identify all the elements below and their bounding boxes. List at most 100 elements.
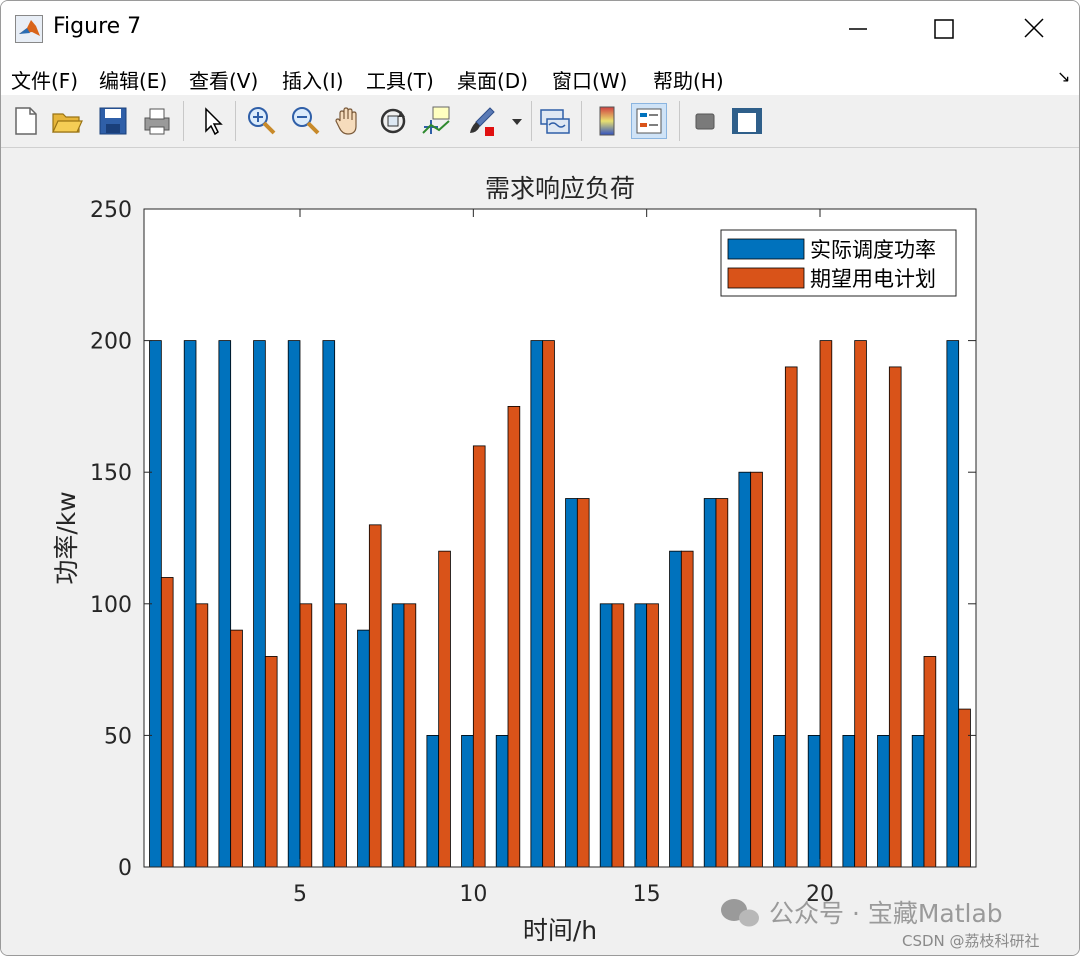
save-icon[interactable] xyxy=(95,103,131,139)
bar-series1-h17[interactable] xyxy=(703,498,717,868)
link-plot-icon[interactable] xyxy=(537,103,573,139)
figure-canvas: 0 50 100 150 200 250 5 10 15 20 需求响应负荷 时间/h 功率/kw 实… xyxy=(1,148,1079,955)
bar-chart[interactable]: 0501001502002505 10 15 20 需求响应负荷时间/h功率/kw 实… xyxy=(1,148,1079,955)
bar-series2-h21[interactable] xyxy=(854,340,867,868)
bar-series1-h23[interactable] xyxy=(911,735,925,868)
bar-series1-h18[interactable] xyxy=(738,471,752,868)
legend-swatch xyxy=(727,267,805,289)
close-button[interactable] xyxy=(1011,9,1057,49)
bar-series1-h9[interactable] xyxy=(426,735,440,868)
bar-series2-h18[interactable] xyxy=(750,471,763,868)
menu-insert[interactable]: 插入(I) xyxy=(282,65,344,94)
menu-tools[interactable]: 工具(T) xyxy=(366,65,434,94)
bar-series1-h20[interactable] xyxy=(807,735,821,868)
show-plot-tools-icon[interactable] xyxy=(729,103,765,139)
bar-series1-h7[interactable] xyxy=(357,629,370,868)
figure-window: Figure 7 文件(F) 编辑(E) 查看(V) 插入(I) 工具(T) 桌… xyxy=(0,0,1080,956)
rotate-3d-icon[interactable] xyxy=(375,103,411,139)
bar-series1-h19[interactable] xyxy=(773,735,786,868)
bar-series2-h6[interactable] xyxy=(334,603,347,868)
bar-series2-h12[interactable] xyxy=(542,340,555,868)
zoom-out-icon[interactable] xyxy=(287,103,323,139)
bar-series1-h24[interactable] xyxy=(946,340,960,868)
bar-series1-h8[interactable] xyxy=(391,603,405,868)
brush-dropdown-icon[interactable] xyxy=(507,103,527,139)
matlab-logo-icon xyxy=(15,15,43,43)
bar-series2-h13[interactable] xyxy=(576,498,590,868)
x-tick-label: 10 xyxy=(459,882,487,907)
menu-bar: 文件(F) 编辑(E) 查看(V) 插入(I) 工具(T) 桌面(D) 窗口(W… xyxy=(1,59,1079,95)
bar-series2-h10[interactable] xyxy=(472,445,486,868)
bar-series1-h4[interactable] xyxy=(253,340,266,868)
menu-edit[interactable]: 编辑(E) xyxy=(99,65,167,94)
data-cursor-icon[interactable] xyxy=(419,103,455,139)
dock-arrow-icon[interactable]: ↘ xyxy=(1057,67,1070,86)
bar-series2-h5[interactable] xyxy=(299,603,313,868)
watermark-subtext: CSDN @荔枝科研社 xyxy=(902,932,1040,950)
hide-plot-tools-icon[interactable] xyxy=(687,103,723,139)
menu-help[interactable]: 帮助(H) xyxy=(653,65,724,94)
toolbar-separator xyxy=(235,101,236,141)
pan-hand-icon[interactable] xyxy=(331,103,367,139)
menu-view[interactable]: 查看(V) xyxy=(189,65,258,94)
bar-series1-h16[interactable] xyxy=(669,550,682,868)
bar-series2-h1[interactable] xyxy=(160,577,174,868)
bar-series1-h6[interactable] xyxy=(322,340,336,868)
bar-series2-h2[interactable] xyxy=(195,603,209,868)
bar-series1-h10[interactable] xyxy=(461,735,474,868)
bar-series2-h23[interactable] xyxy=(923,656,937,868)
bar-series1-h15[interactable] xyxy=(634,603,648,868)
y-tick-label: 200 xyxy=(90,330,132,355)
minimize-button[interactable] xyxy=(835,9,881,49)
bar-series2-h22[interactable] xyxy=(888,366,902,868)
bar-series2-h3[interactable] xyxy=(230,629,243,868)
bar-series2-h19[interactable] xyxy=(784,366,798,868)
bar-series1-h2[interactable] xyxy=(183,340,197,868)
new-figure-icon[interactable] xyxy=(7,103,43,139)
bar-series2-h17[interactable] xyxy=(715,498,729,868)
toolbar xyxy=(1,95,1079,148)
pointer-icon[interactable] xyxy=(193,103,229,139)
open-file-icon[interactable] xyxy=(49,103,85,139)
legend-label: 实际调度功率 xyxy=(810,238,936,262)
legend-icon[interactable] xyxy=(631,103,667,139)
y-tick-label: 50 xyxy=(104,724,132,749)
window-title: Figure 7 xyxy=(53,14,142,39)
x-axis-label: 时间/h xyxy=(523,916,597,945)
toolbar-separator xyxy=(679,101,680,141)
bar-series1-h14[interactable] xyxy=(599,603,613,868)
y-tick-label: 250 xyxy=(90,198,132,223)
bar-series2-h7[interactable] xyxy=(368,524,382,868)
bar-series1-h11[interactable] xyxy=(495,735,509,868)
chart-title: 需求响应负荷 xyxy=(485,174,635,203)
bar-series2-h9[interactable] xyxy=(438,550,451,868)
menu-file[interactable]: 文件(F) xyxy=(11,65,78,94)
bar-series2-h20[interactable] xyxy=(819,340,833,868)
x-tick-label: 15 xyxy=(633,882,661,907)
bar-series1-h3[interactable] xyxy=(218,340,232,868)
bar-series1-h12[interactable] xyxy=(530,340,544,868)
bar-series2-h24[interactable] xyxy=(958,708,971,868)
bar-series2-h16[interactable] xyxy=(680,550,694,868)
menu-desktop[interactable]: 桌面(D) xyxy=(457,65,528,94)
y-tick-label: 0 xyxy=(118,856,132,881)
print-icon[interactable] xyxy=(139,103,175,139)
bar-series2-h15[interactable] xyxy=(646,603,659,868)
bar-series1-h5[interactable] xyxy=(287,340,301,868)
zoom-in-icon[interactable] xyxy=(243,103,279,139)
colorbar-icon[interactable] xyxy=(589,103,625,139)
watermark-text: 公众号 · 宝藏Matlab xyxy=(769,899,1003,928)
bar-series1-h13[interactable] xyxy=(565,498,578,868)
bar-series2-h11[interactable] xyxy=(507,405,521,868)
bar-series2-h14[interactable] xyxy=(611,603,625,868)
menu-window[interactable]: 窗口(W) xyxy=(552,65,627,94)
bar-series1-h22[interactable] xyxy=(877,735,890,868)
bar-series2-h4[interactable] xyxy=(264,656,278,868)
bar-series1-h21[interactable] xyxy=(842,735,856,868)
legend-swatch xyxy=(727,238,805,260)
legend-label: 期望用电计划 xyxy=(810,267,936,291)
bar-series2-h8[interactable] xyxy=(403,603,417,868)
brush-icon[interactable] xyxy=(463,103,499,139)
maximize-button[interactable] xyxy=(921,9,967,49)
toolbar-separator xyxy=(531,101,532,141)
